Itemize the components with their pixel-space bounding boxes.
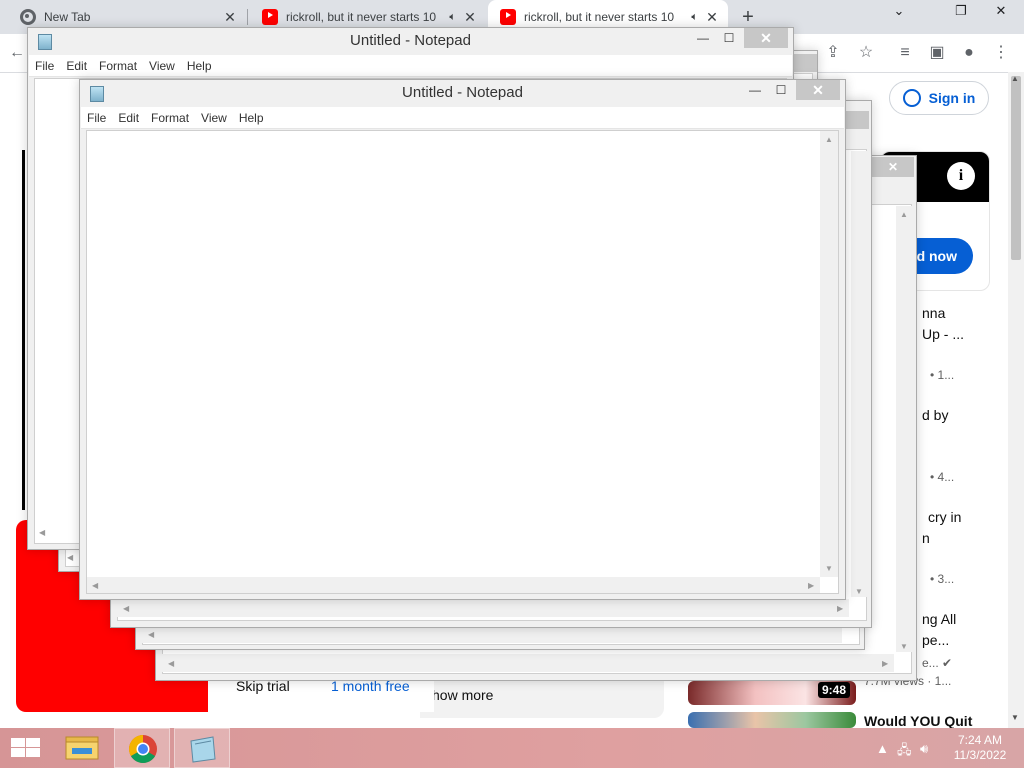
tab-title: rickroll, but it never starts 10	[286, 10, 437, 24]
chrome-icon	[129, 735, 157, 763]
duration-badge: 9:48	[818, 682, 851, 698]
youtube-icon	[500, 9, 516, 25]
close-button[interactable]: ✕	[744, 28, 788, 48]
video-title[interactable]: n	[922, 530, 930, 546]
tab-title: rickroll, but it never starts 10	[524, 10, 675, 24]
video-thumbnail[interactable]	[688, 712, 856, 728]
notepad-window-front: Untitled - Notepad — ☐ ✕ File Edit Forma…	[79, 79, 846, 600]
profile-icon[interactable]: ●	[958, 42, 980, 64]
account-icon	[902, 89, 921, 107]
network-icon[interactable]: 🖧︎	[897, 741, 912, 763]
chrome-taskbar-button[interactable]	[114, 728, 170, 768]
speaker-icon[interactable]: 🔈︎	[449, 11, 456, 24]
menu-view[interactable]: View	[143, 59, 181, 73]
start-button[interactable]	[0, 728, 56, 768]
speaker-icon[interactable]: 🔈︎	[691, 11, 698, 24]
video-meta: • 3...	[930, 572, 955, 586]
video-title[interactable]: Up - ...	[922, 326, 964, 342]
tab-search-icon[interactable]: ⌄	[884, 0, 914, 22]
sign-in-button[interactable]: Sign in	[889, 81, 989, 115]
clock-time: 7:24 AM	[957, 733, 1003, 747]
menu-format[interactable]: Format	[145, 111, 195, 125]
youtube-icon	[262, 9, 278, 25]
show-more-link[interactable]: how more	[432, 687, 493, 703]
minimize-button[interactable]: —	[692, 28, 714, 48]
menu-bar: File Edit Format View Help	[29, 55, 792, 77]
menu-file[interactable]: File	[81, 111, 112, 125]
sign-in-label: Sign in	[928, 90, 976, 106]
scroll-left-icon[interactable]: ◀	[39, 528, 45, 537]
video-meta: • 1...	[930, 368, 955, 382]
title-bar[interactable]: Untitled - Notepad — ☐ ✕	[28, 28, 793, 54]
horizontal-scrollbar[interactable]	[87, 577, 820, 593]
video-title[interactable]: cry in	[928, 509, 961, 525]
close-button[interactable]: ✕	[796, 80, 840, 100]
channel-verified: e... ✔	[922, 656, 953, 670]
scroll-left-icon[interactable]: ◀	[92, 581, 98, 590]
menu-view[interactable]: View	[195, 111, 233, 125]
new-tab-button[interactable]: +	[736, 5, 760, 29]
menu-bar: File Edit Format View Help	[81, 107, 844, 129]
menu-file[interactable]: File	[29, 59, 60, 73]
restore-button[interactable]: ❐	[946, 0, 976, 22]
star-icon[interactable]: ☆	[855, 42, 877, 64]
text-area[interactable]	[86, 130, 839, 594]
clock-date: 11/3/2022	[953, 748, 1007, 762]
video-title[interactable]: pe...	[922, 632, 949, 648]
media-controls-icon[interactable]: ≡	[894, 42, 916, 64]
volume-icon[interactable]: 🔊︎	[920, 741, 928, 757]
tab-title: New Tab	[44, 10, 91, 24]
maximize-button[interactable]: ☐	[718, 28, 740, 48]
scroll-down-icon[interactable]: ▼	[825, 564, 833, 573]
video-meta: • 4...	[930, 470, 955, 484]
side-panel-icon[interactable]: ▣	[926, 42, 948, 64]
clock[interactable]: 7:24 AM 11/3/2022	[950, 733, 1010, 763]
notepad-icon	[190, 736, 216, 763]
tab-close-icon[interactable]: ✕	[462, 9, 478, 26]
chrome-icon	[20, 9, 36, 25]
window-title: Untitled - Notepad	[350, 32, 471, 49]
menu-help[interactable]: Help	[181, 59, 218, 73]
video-edge	[22, 150, 25, 510]
tab-close-icon[interactable]: ✕	[222, 9, 238, 26]
close-button[interactable]: ✕	[986, 0, 1016, 22]
scroll-right-icon[interactable]: ▶	[808, 581, 814, 590]
notepad-taskbar-button[interactable]	[174, 728, 230, 768]
scrollbar-thumb[interactable]	[1011, 76, 1021, 260]
back-icon[interactable]: ←	[6, 42, 28, 64]
minimize-button[interactable]: —	[744, 80, 766, 100]
share-icon[interactable]: ⇪	[822, 42, 844, 64]
windows-logo-icon	[11, 738, 40, 757]
vertical-scrollbar[interactable]	[820, 131, 838, 577]
window-title: Untitled - Notepad	[402, 84, 523, 101]
scroll-up-icon[interactable]: ▲	[1011, 74, 1019, 83]
video-title[interactable]: ng All	[922, 611, 956, 627]
info-icon[interactable]: i	[947, 162, 975, 190]
scroll-down-icon[interactable]: ▼	[1011, 713, 1019, 722]
scroll-up-icon[interactable]: ▲	[825, 135, 833, 144]
menu-help[interactable]: Help	[233, 111, 270, 125]
menu-edit[interactable]: Edit	[112, 111, 145, 125]
maximize-button[interactable]: ☐	[770, 80, 792, 100]
video-title[interactable]: nna	[922, 305, 945, 321]
title-bar[interactable]: Untitled - Notepad — ☐ ✕	[80, 80, 845, 106]
menu-edit[interactable]: Edit	[60, 59, 93, 73]
video-title[interactable]: Would YOU Quit	[864, 713, 972, 729]
show-hidden-icons[interactable]: ▲	[876, 741, 889, 756]
file-explorer-button[interactable]	[56, 728, 112, 768]
menu-icon[interactable]: ⋮	[990, 42, 1012, 64]
video-title[interactable]: d by	[922, 407, 948, 423]
tab-close-icon[interactable]: ✕	[704, 9, 720, 26]
menu-format[interactable]: Format	[93, 59, 143, 73]
folder-icon	[65, 736, 99, 760]
